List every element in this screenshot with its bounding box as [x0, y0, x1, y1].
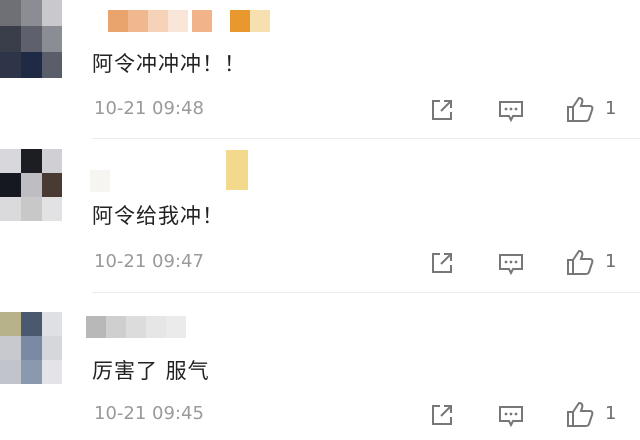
- username-blurred[interactable]: [86, 316, 186, 338]
- comment-icon[interactable]: [496, 401, 526, 431]
- avatar[interactable]: [0, 312, 62, 384]
- comment-text: 厉害了 服气: [92, 359, 210, 383]
- comment-text: 阿令给我冲！: [92, 204, 224, 228]
- username-blurred[interactable]: [108, 10, 270, 32]
- thumbs-up-icon[interactable]: [565, 94, 595, 124]
- avatar[interactable]: [0, 0, 62, 78]
- comment-time: 10-21 09:47: [94, 251, 204, 272]
- share-icon[interactable]: [427, 248, 457, 278]
- thumbs-up-icon[interactable]: [565, 247, 595, 277]
- divider: [92, 292, 640, 293]
- comment-icon[interactable]: [496, 249, 526, 279]
- like-count: 1: [605, 251, 617, 272]
- thumbs-up-icon[interactable]: [565, 399, 595, 429]
- username-blurred[interactable]: [90, 170, 110, 192]
- avatar[interactable]: [0, 149, 62, 221]
- username-blurred[interactable]: [226, 150, 248, 190]
- comment-icon[interactable]: [496, 96, 526, 126]
- comment-time: 10-21 09:45: [94, 403, 204, 424]
- like-count: 1: [605, 403, 617, 424]
- share-icon[interactable]: [427, 400, 457, 430]
- share-icon[interactable]: [427, 95, 457, 125]
- comment-time: 10-21 09:48: [94, 98, 204, 119]
- like-count: 1: [605, 98, 617, 119]
- comment-text: 阿令冲冲冲！！: [92, 52, 246, 76]
- divider: [92, 138, 640, 139]
